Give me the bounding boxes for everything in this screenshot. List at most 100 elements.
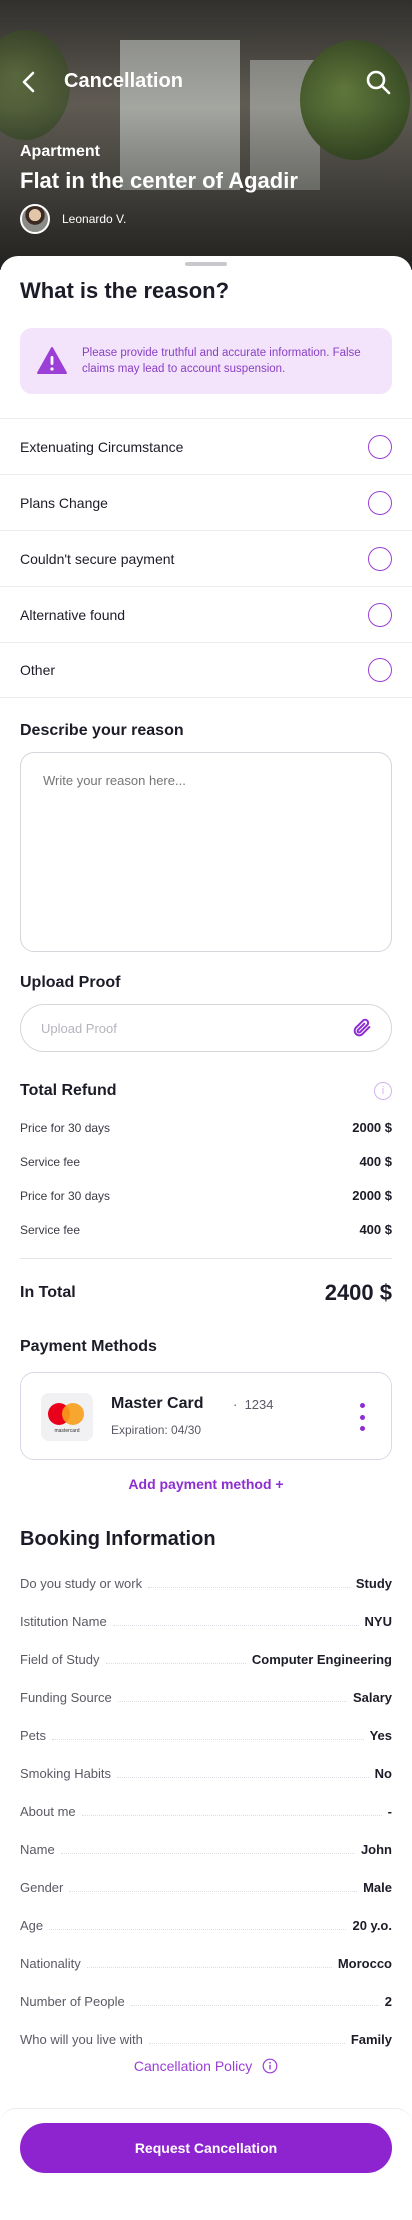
drag-handle[interactable] xyxy=(185,262,227,266)
refund-row: Service fee 400 $ xyxy=(20,1154,392,1169)
booking-value: Male xyxy=(363,1879,392,1895)
booking-value: - xyxy=(387,1803,392,1819)
booking-value: Study xyxy=(355,1575,392,1591)
radio-button[interactable] xyxy=(368,434,392,459)
booking-row: Who will you live with Family xyxy=(20,2020,392,2058)
avatar xyxy=(20,204,50,234)
reason-textarea[interactable] xyxy=(20,752,392,952)
option-label: Couldn't secure payment xyxy=(20,550,175,567)
paperclip-icon[interactable] xyxy=(351,1017,373,1039)
add-payment-method-link[interactable]: Add payment method + xyxy=(0,1476,412,1492)
booking-value: Salary xyxy=(352,1689,392,1705)
card-separator: · xyxy=(233,1397,238,1412)
booking-row: Do you study or work Study xyxy=(20,1564,392,1602)
option-label: Other xyxy=(20,662,56,678)
info-icon[interactable]: i xyxy=(374,1082,392,1100)
info-icon xyxy=(262,2058,278,2074)
upload-heading: Upload Proof xyxy=(20,974,121,991)
divider xyxy=(20,1258,392,1259)
reason-option[interactable]: Extenuating Circumstance xyxy=(0,418,412,474)
booking-info-list: Do you study or work Study Istitution Nam… xyxy=(20,1564,392,2058)
payment-heading: Payment Methods xyxy=(20,1338,157,1355)
booking-value: Yes xyxy=(369,1727,392,1743)
booking-row: Nationality Morocco xyxy=(20,1944,392,1982)
booking-label: About me xyxy=(20,1803,76,1819)
booking-row: Funding Source Salary xyxy=(20,1678,392,1716)
alert-text: Please provide truthful and accurate inf… xyxy=(82,347,361,375)
booking-label: Pets xyxy=(20,1727,47,1743)
search-button[interactable] xyxy=(364,68,392,96)
reason-option[interactable]: Other xyxy=(0,642,412,698)
booking-value: John xyxy=(360,1841,392,1857)
refund-row: Price for 30 days 2000 $ xyxy=(20,1120,392,1135)
top-bar: Cancellation xyxy=(0,60,412,104)
refund-value: 400 $ xyxy=(359,1154,392,1169)
refund-label: Price for 30 days xyxy=(20,1120,111,1135)
booking-row: Smoking Habits No xyxy=(20,1754,392,1792)
radio-button[interactable] xyxy=(368,490,392,515)
booking-row: Pets Yes xyxy=(20,1716,392,1754)
booking-label: Who will you live with xyxy=(20,2031,143,2047)
upload-proof-field[interactable]: Upload Proof xyxy=(20,1004,392,1052)
payment-card[interactable]: mastercard Master Card · 1234 Expiration… xyxy=(20,1372,392,1460)
booking-label: Gender xyxy=(20,1879,64,1895)
warning-icon xyxy=(37,347,67,374)
radio-button[interactable] xyxy=(368,546,392,571)
booking-heading: Booking Information xyxy=(20,1528,216,1550)
booking-value: Computer Engineering xyxy=(251,1651,392,1667)
card-name: Master Card xyxy=(111,1395,204,1412)
search-icon xyxy=(366,70,391,95)
radio-button[interactable] xyxy=(368,602,392,627)
cancellation-sheet: What is the reason? Please provide truth… xyxy=(0,256,412,2220)
host-info[interactable]: Leonardo V. xyxy=(20,204,126,234)
booking-value: 20 y.o. xyxy=(352,1917,392,1933)
booking-row: Name John xyxy=(20,1830,392,1868)
mastercard-wordmark: mastercard xyxy=(54,1428,80,1434)
option-label: Alternative found xyxy=(20,606,126,623)
booking-row: Field of Study Computer Engineering xyxy=(20,1640,392,1678)
host-name: Leonardo V. xyxy=(62,212,127,226)
card-last-digits: 1234 xyxy=(244,1397,274,1412)
booking-row: Age 20 y.o. xyxy=(20,1906,392,1944)
radio-button[interactable] xyxy=(368,658,392,682)
chevron-left-icon xyxy=(22,71,35,93)
card-expiration: Expiration: 04/30 xyxy=(111,1423,202,1437)
booking-row: Number of People 2 xyxy=(20,1982,392,2020)
refund-label: Price for 30 days xyxy=(20,1188,111,1203)
booking-value: NYU xyxy=(364,1613,392,1629)
booking-row: Istitution Name NYU xyxy=(20,1602,392,1640)
refund-heading: Total Refund xyxy=(20,1082,117,1099)
back-button[interactable] xyxy=(16,68,44,96)
request-cancellation-button[interactable]: Request Cancellation xyxy=(20,2123,392,2173)
mastercard-logo: mastercard xyxy=(41,1393,93,1441)
booking-row: About me - xyxy=(20,1792,392,1830)
reason-option[interactable]: Plans Change xyxy=(0,474,412,530)
upload-placeholder: Upload Proof xyxy=(41,1020,117,1036)
warning-alert: Please provide truthful and accurate inf… xyxy=(20,328,392,394)
booking-value: Morocco xyxy=(337,1955,392,1971)
page-title: Cancellation xyxy=(64,70,183,92)
refund-label: Service fee xyxy=(20,1222,81,1237)
total-row: In Total 2400 $ xyxy=(20,1280,392,1306)
card-number: · 1234 xyxy=(233,1397,274,1412)
option-label: Extenuating Circumstance xyxy=(20,438,184,455)
booking-label: Funding Source xyxy=(20,1689,112,1705)
booking-label: Field of Study xyxy=(20,1651,100,1667)
booking-label: Do you study or work xyxy=(20,1575,143,1591)
more-vertical-icon[interactable] xyxy=(359,1403,365,1431)
booking-label: Smoking Habits xyxy=(20,1765,112,1781)
cancellation-policy-link[interactable]: Cancellation Policy xyxy=(0,2058,412,2074)
booking-label: Nationality xyxy=(20,1955,81,1971)
describe-heading: Describe your reason xyxy=(20,722,184,739)
refund-row: Service fee 400 $ xyxy=(20,1222,392,1237)
reason-heading: What is the reason? xyxy=(20,278,230,303)
option-label: Plans Change xyxy=(20,494,108,511)
reason-option[interactable]: Couldn't secure payment xyxy=(0,530,412,586)
reason-options: Extenuating Circumstance Plans Change Co… xyxy=(0,418,412,698)
booking-label: Age xyxy=(20,1917,44,1933)
refund-value: 400 $ xyxy=(359,1222,392,1237)
listing-type: Apartment xyxy=(20,143,101,160)
booking-value: Family xyxy=(350,2031,392,2047)
reason-option[interactable]: Alternative found xyxy=(0,586,412,642)
refund-label: Service fee xyxy=(20,1154,81,1169)
